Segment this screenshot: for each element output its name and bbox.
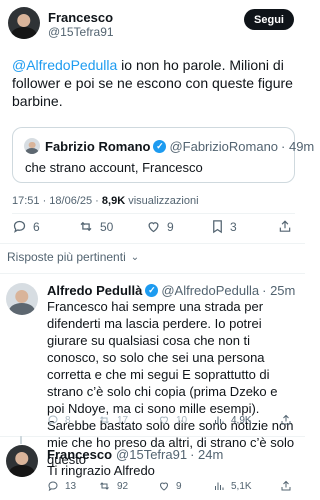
bookmark-button[interactable]: 3: [211, 219, 237, 234]
heart-icon: [159, 416, 169, 425]
reply-avatar[interactable]: [6, 283, 38, 315]
views-count: 8,9K: [101, 195, 126, 207]
share-button[interactable]: [280, 480, 292, 492]
author-handle[interactable]: @15Tefra91: [48, 25, 114, 39]
thread-line: [20, 436, 22, 444]
divider: [12, 213, 295, 214]
retweet-count: 50: [100, 219, 114, 234]
share-button[interactable]: [278, 219, 292, 234]
bookmark-count: 3: [230, 219, 237, 234]
replies-sort-label: Risposte più pertinenti: [7, 250, 126, 264]
reply-author-handle[interactable]: @AlfredoPedulla: [161, 283, 259, 298]
retweet-button[interactable]: 50: [78, 219, 113, 234]
retweet-count: 17: [117, 414, 129, 426]
tweet-meta: 17:51 · 18/06/25 · 8,9K visualizzazioni: [12, 195, 199, 207]
retweet-icon: [100, 482, 109, 490]
replies-sort-dropdown[interactable]: Risposte più pertinenti ⌄: [7, 250, 139, 264]
quote-avatar: [24, 138, 40, 154]
retweet-icon: [80, 221, 92, 232]
heart-icon: [148, 222, 159, 233]
reply-button[interactable]: 6: [12, 219, 40, 234]
reply-header: Alfredo Pedullà ✓ @AlfredoPedulla · 25m: [47, 283, 295, 298]
reply-avatar[interactable]: [6, 445, 38, 477]
share-icon: [281, 414, 291, 425]
views-button[interactable]: 5,1K: [213, 480, 252, 492]
author-avatar[interactable]: [8, 7, 40, 39]
reply-header: Francesco @15Tefra91 · 24m: [47, 447, 223, 462]
reply-author-handle[interactable]: @15Tefra91: [116, 447, 187, 462]
share-button[interactable]: [280, 414, 292, 426]
verified-badge-icon: ✓: [145, 284, 159, 297]
views-count: 5,1K: [231, 480, 252, 492]
reply-button[interactable]: 13: [47, 480, 76, 492]
reply-text: Ti ringrazio Alfredo: [47, 463, 155, 478]
retweet-button[interactable]: 17: [98, 414, 128, 426]
divider: [0, 273, 305, 274]
reply-icon: [13, 220, 26, 233]
quote-author-handle: @FabrizioRomano: [169, 138, 279, 154]
reply-count: 6: [33, 219, 40, 234]
retweet-icon: [100, 416, 109, 424]
views-label: visualizzazioni: [125, 195, 199, 207]
bookmark-icon: [213, 220, 222, 234]
analytics-icon: [215, 482, 224, 490]
reply-count: 13: [65, 480, 77, 492]
quote-text: che strano account, Francesco: [25, 160, 203, 175]
like-count: 10: [176, 414, 188, 426]
views-button[interactable]: 4,9K: [213, 414, 252, 426]
quoted-tweet[interactable]: Fabrizio Romano ✓ @FabrizioRomano · 49m …: [12, 127, 314, 183]
divider: [0, 436, 305, 437]
heart-icon: [159, 482, 169, 491]
tweet-timestamp: 17:51 · 18/06/25 ·: [12, 195, 102, 207]
reply-author-name[interactable]: Alfredo Pedullà: [47, 283, 142, 298]
divider: [0, 243, 305, 244]
share-icon: [279, 220, 291, 232]
reply-time: · 24m: [190, 447, 224, 462]
mention-link[interactable]: @AlfredoPedulla: [12, 57, 117, 73]
reply-text: Francesco hai sempre una strada per dife…: [47, 299, 295, 467]
author-name[interactable]: Francesco: [48, 10, 113, 25]
chevron-down-icon: ⌄: [130, 251, 140, 263]
views-count: 4,9K: [231, 414, 252, 426]
reply-icon: [48, 481, 58, 492]
like-button[interactable]: 10: [158, 414, 187, 426]
quote-header: Fabrizio Romano ✓ @FabrizioRomano · 49m: [24, 138, 314, 154]
share-icon: [281, 480, 291, 491]
quote-time: · 49m: [281, 138, 315, 154]
reply-button[interactable]: 8: [47, 414, 71, 426]
verified-badge-icon: ✓: [153, 139, 167, 153]
tweet-header: Francesco @15Tefra91 Segui: [0, 0, 305, 50]
tweet-text: @AlfredoPedulla io non ho parole. Milion…: [12, 56, 297, 110]
retweet-button[interactable]: 92: [98, 480, 128, 492]
like-count: 9: [167, 219, 174, 234]
follow-button[interactable]: Segui: [244, 9, 294, 30]
reply-count: 8: [65, 414, 71, 426]
like-button[interactable]: 9: [158, 480, 182, 492]
reply-icon: [48, 415, 58, 426]
retweet-count: 92: [117, 480, 129, 492]
reply-author-name[interactable]: Francesco: [47, 447, 112, 462]
quote-author-name: Fabrizio Romano: [45, 138, 151, 154]
analytics-icon: [215, 416, 224, 424]
like-button[interactable]: 9: [146, 219, 174, 234]
like-count: 9: [176, 480, 182, 492]
reply-time: · 25m: [262, 283, 296, 298]
